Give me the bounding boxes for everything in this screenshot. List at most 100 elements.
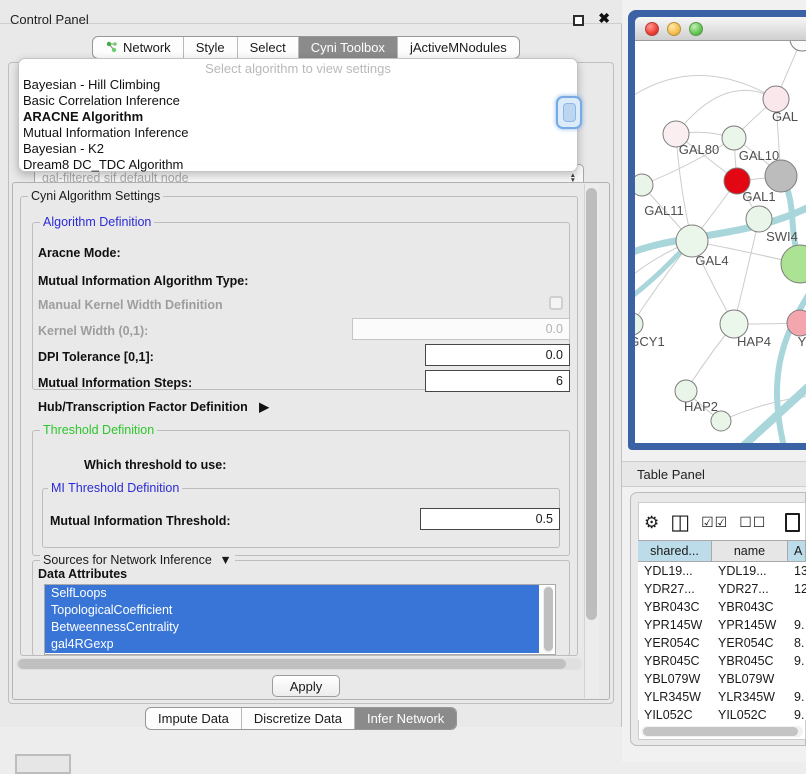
table-cell: YIL052C [712, 706, 788, 720]
table-row[interactable]: YPR145WYPR145W9. [638, 616, 806, 634]
manual-kernel-checkbox[interactable] [549, 296, 563, 310]
split-view-icon[interactable]: ◫ [670, 514, 690, 531]
column-header-shared-name[interactable]: shared... [638, 540, 712, 562]
table-cell: YBR043C [638, 598, 712, 616]
hub-definition-toggle[interactable]: Hub/Transcription Factor Definition ▶ [38, 399, 269, 414]
node-label: GAL [772, 109, 798, 124]
close-icon[interactable]: ✖ [598, 10, 610, 27]
tab-label: Network [123, 40, 171, 55]
tab-label: Style [196, 40, 225, 55]
mi-threshold-label: Mutual Information Threshold: [50, 514, 231, 528]
algorithm-dropdown-popup: Select algorithm to view settings Bayesi… [18, 58, 578, 172]
data-attributes-list[interactable]: SelfLoopsTopologicalCoefficientBetweenne… [44, 584, 556, 655]
table-cell: YDL19... [712, 562, 788, 580]
network-node[interactable] [765, 160, 797, 192]
algorithm-option[interactable]: Bayesian - K2 [19, 141, 577, 157]
tab-network[interactable]: Network [93, 37, 184, 58]
network-node[interactable] [781, 245, 806, 283]
table-row[interactable]: YBL079WYBL079W [638, 670, 806, 688]
algorithm-option[interactable]: ARACNE Algorithm [19, 109, 577, 125]
focused-combo-button[interactable] [556, 96, 582, 129]
network-window-titlebar[interactable] [635, 17, 806, 41]
tab-discretize-data[interactable]: Discretize Data [242, 708, 355, 729]
table-cell: 9. [788, 616, 806, 634]
tab-label: Infer Network [367, 711, 444, 726]
unchecked-checkboxes-icon[interactable]: ☐☐ [739, 514, 766, 531]
list-scrollbar-thumb[interactable] [544, 587, 553, 651]
dpi-tolerance-field[interactable]: 0.0 [425, 344, 570, 366]
table-row[interactable]: YDR27...YDR27...12 [638, 580, 806, 598]
gear-icon[interactable]: ⚙ [644, 514, 659, 531]
tab-jactivemnodules[interactable]: jActiveMNodules [398, 37, 519, 58]
table-header-row: shared... name A [638, 540, 806, 562]
table-row[interactable]: YBR045CYBR045C9. [638, 652, 806, 670]
network-canvas[interactable]: GALGAL80GAL10GAL1GAL11SWI4GAL4GCY1HAP4YH… [635, 41, 806, 443]
network-node[interactable] [790, 41, 806, 51]
group-title: MI Threshold Definition [48, 481, 182, 495]
zoom-traffic-light-icon[interactable] [689, 22, 703, 36]
mi-steps-field[interactable]: 6 [425, 370, 570, 392]
network-icon [105, 41, 118, 54]
tab-style[interactable]: Style [184, 37, 238, 58]
tab-label: Discretize Data [254, 711, 342, 726]
apply-button[interactable]: Apply [272, 675, 340, 697]
column-header-name[interactable]: name [712, 540, 788, 562]
attribute-list-item[interactable]: TopologicalCoefficient [45, 602, 539, 619]
tab-infer-network[interactable]: Infer Network [355, 708, 456, 729]
which-threshold-label: Which threshold to use: [84, 458, 226, 472]
mi-steps-label: Mutual Information Steps: [38, 376, 192, 390]
table-cell [788, 670, 806, 688]
node-label: HAP4 [737, 334, 771, 349]
network-node[interactable] [722, 126, 746, 150]
table-cell: YDR27... [638, 580, 712, 598]
column-header-partial[interactable]: A [788, 540, 806, 562]
attribute-list-item[interactable]: gal4RGexp [45, 636, 539, 653]
tab-select[interactable]: Select [238, 37, 299, 58]
bottom-tabbar: Impute Data Discretize Data Infer Networ… [145, 707, 457, 730]
node-label: GAL4 [695, 253, 728, 268]
sources-toggle[interactable]: Sources for Network Inference ▼ [40, 553, 235, 567]
minimize-traffic-light-icon[interactable] [667, 22, 681, 36]
close-traffic-light-icon[interactable] [645, 22, 659, 36]
float-panel-icon[interactable] [573, 15, 584, 26]
algorithm-option[interactable]: Dream8 DC_TDC Algorithm [19, 157, 577, 173]
table-row[interactable]: YBR043CYBR043C [638, 598, 806, 616]
table-body: YDL19...YDL19...13YDR27...YDR27...12YBR0… [638, 562, 806, 720]
manual-kernel-label: Manual Kernel Width Definition [38, 298, 223, 312]
popup-placeholder: Select algorithm to view settings [19, 61, 577, 77]
table-row[interactable]: YER054CYER054C8. [638, 634, 806, 652]
node-label: SWI4 [766, 229, 798, 244]
table-cell: YBL079W [712, 670, 788, 688]
table-cell: YBL079W [638, 670, 712, 688]
algorithm-option[interactable]: Mutual Information Inference [19, 125, 577, 141]
checked-checkboxes-icon[interactable]: ☑☑ [701, 514, 728, 531]
table-row[interactable]: YIL052CYIL052C9. [638, 706, 806, 720]
vertical-scrollbar-thumb[interactable] [586, 188, 597, 620]
table-cell: YDR27... [712, 580, 788, 598]
network-node[interactable] [711, 411, 731, 431]
node-label: GAL10 [739, 148, 779, 163]
docked-panel-icon[interactable] [15, 754, 71, 774]
attribute-list-item[interactable]: SelfLoops [45, 585, 539, 602]
expand-right-icon: ▶ [259, 400, 269, 414]
table-cell: YIL052C [638, 706, 712, 720]
table-hscrollbar-thumb[interactable] [643, 727, 798, 736]
attribute-list-item[interactable]: BetweennessCentrality [45, 619, 539, 636]
table-cell: YER054C [712, 634, 788, 652]
algorithm-option[interactable]: Basic Correlation Inference [19, 93, 577, 109]
network-node[interactable] [635, 174, 653, 196]
document-icon[interactable] [785, 513, 800, 532]
horizontal-scrollbar-thumb[interactable] [18, 659, 566, 669]
algorithm-option[interactable]: Bayesian - Hill Climbing [19, 77, 577, 93]
group-title: Threshold Definition [40, 423, 157, 437]
node-label: GCY1 [635, 334, 665, 349]
data-attributes-label: Data Attributes [38, 567, 127, 581]
table-panel-title: Table Panel [622, 467, 705, 482]
network-node[interactable] [635, 313, 643, 335]
tab-impute-data[interactable]: Impute Data [146, 708, 242, 729]
tab-cyni-toolbox[interactable]: Cyni Toolbox [299, 37, 398, 58]
table-row[interactable]: YLR345WYLR345W9. [638, 688, 806, 706]
table-row[interactable]: YDL19...YDL19...13 [638, 562, 806, 580]
kernel-width-field[interactable]: 0.0 [352, 318, 570, 340]
mi-threshold-field[interactable]: 0.5 [420, 508, 560, 530]
